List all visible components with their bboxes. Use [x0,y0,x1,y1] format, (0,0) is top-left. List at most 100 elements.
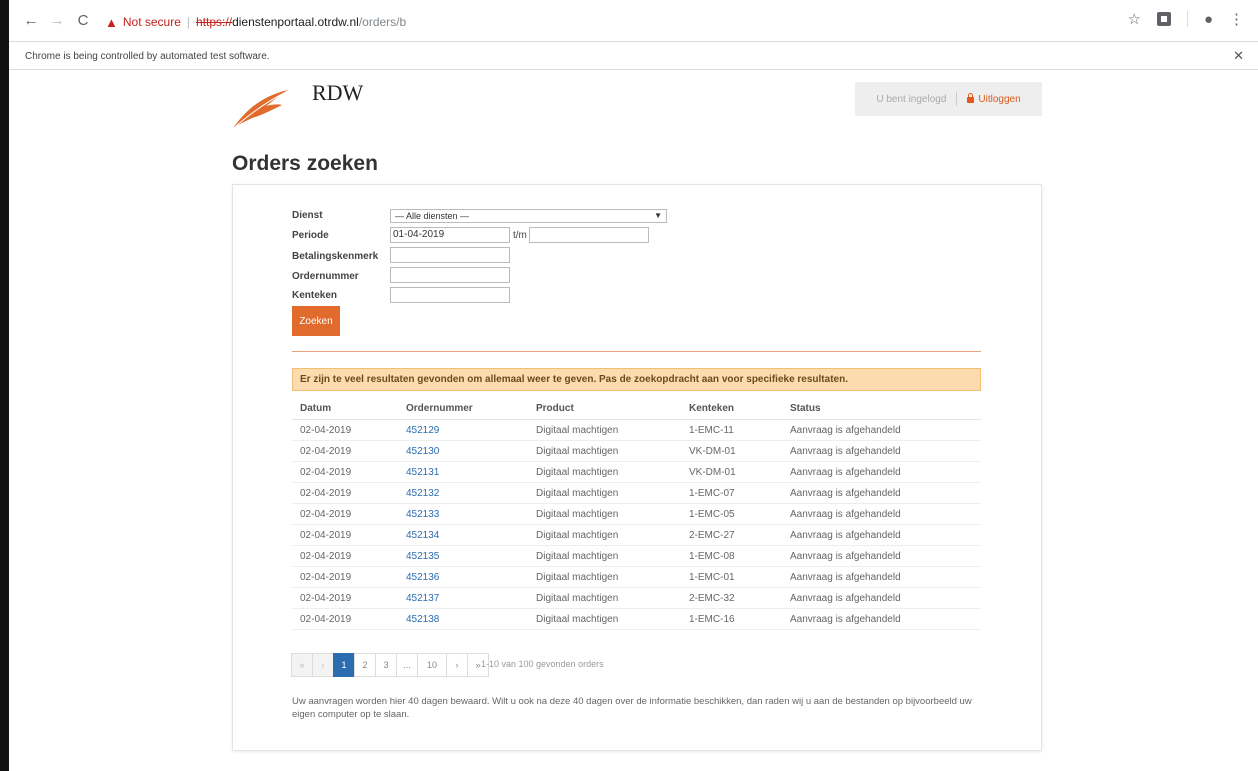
too-many-results-alert: Er zijn te veel resultaten gevonden om a… [292,368,981,391]
profile-icon[interactable]: ● [1204,11,1213,28]
logout-link[interactable]: Uitloggen [967,93,1021,105]
star-icon[interactable]: ☆ [1127,10,1140,28]
table-row: 02-04-2019 452131 Digitaal machtigen VK-… [292,462,981,483]
prev-page-button[interactable]: ‹ [312,653,334,677]
kenteken-cell: 2-EMC-32 [689,593,735,604]
logged-in-text: U bent ingelogd [876,93,947,105]
pagination-summary: 1-10 van 100 gevonden orders [481,659,604,669]
betalingskenmerk-input[interactable] [390,247,510,263]
order-number-link[interactable]: 452135 [406,551,439,562]
logout-label: Uitloggen [978,93,1021,105]
order-number-link[interactable]: 452136 [406,572,439,583]
chevron-down-icon: ▼ [654,211,662,220]
dienst-select[interactable]: — Alle diensten — ▼ [390,209,667,223]
infobar-text: Chrome is being controlled by automated … [25,50,270,62]
alert-text: Er zijn te veel resultaten gevonden om a… [300,374,848,385]
extension-icon[interactable] [1156,12,1171,26]
reload-icon[interactable]: C [73,11,93,31]
ordernummer-input[interactable] [390,267,510,283]
order-number-link[interactable]: 452130 [406,446,439,457]
table-row: 02-04-2019 452138 Digitaal machtigen 1-E… [292,609,981,630]
browser-toolbar: ← → C ▲ Not secure | https:// dienstenpo… [9,0,1258,42]
table-row: 02-04-2019 452135 Digitaal machtigen 1-E… [292,546,981,567]
status-cell: Aanvraag is afgehandeld [790,614,901,625]
kenteken-cell: VK-DM-01 [689,446,736,457]
periode-from-input[interactable]: 01-04-2019 [390,227,510,243]
status-cell: Aanvraag is afgehandeld [790,425,901,436]
datum-cell: 02-04-2019 [300,572,352,583]
close-icon[interactable]: ✕ [1233,48,1244,64]
status-cell: Aanvraag is afgehandeld [790,467,901,478]
next-page-button[interactable]: › [446,653,468,677]
toolbar-divider [1186,11,1188,27]
order-number-link[interactable]: 452131 [406,467,439,478]
status-cell: Aanvraag is afgehandeld [790,488,901,499]
datum-cell: 02-04-2019 [300,446,352,457]
page-ellipsis: ... [396,653,418,677]
lock-icon [967,93,975,103]
datum-cell: 02-04-2019 [300,614,352,625]
product-cell: Digitaal machtigen [536,572,619,583]
column-header-datum[interactable]: Datum [300,403,331,414]
column-header-status[interactable]: Status [790,403,821,414]
kenteken-cell: 1-EMC-08 [689,551,735,562]
login-separator [956,92,958,106]
kenteken-input[interactable] [390,287,510,303]
search-button[interactable]: Zoeken [292,306,340,336]
order-number-link[interactable]: 452129 [406,425,439,436]
retention-footnote: Uw aanvragen worden hier 40 dagen bewaar… [292,696,972,720]
kenteken-cell: 2-EMC-27 [689,530,735,541]
url-scheme: https:// [196,15,233,29]
product-cell: Digitaal machtigen [536,614,619,625]
kenteken-cell: 1-EMC-01 [689,572,735,583]
automation-infobar: Chrome is being controlled by automated … [9,43,1258,70]
page-button-10[interactable]: 10 [417,653,447,677]
periode-label: Periode [292,230,329,241]
order-number-link[interactable]: 452132 [406,488,439,499]
product-cell: Digitaal machtigen [536,446,619,457]
table-row: 02-04-2019 452136 Digitaal machtigen 1-E… [292,567,981,588]
page-button-2[interactable]: 2 [354,653,376,677]
datum-cell: 02-04-2019 [300,509,352,520]
periode-separator: t/m [513,230,527,241]
betalingskenmerk-label: Betalingskenmerk [292,251,379,262]
status-cell: Aanvraag is afgehandeld [790,446,901,457]
orders-search-card: Dienst — Alle diensten — ▼ Periode 01-04… [232,184,1042,751]
status-cell: Aanvraag is afgehandeld [790,509,901,520]
column-header-product[interactable]: Product [536,403,574,414]
status-cell: Aanvraag is afgehandeld [790,530,901,541]
order-number-link[interactable]: 452133 [406,509,439,520]
page-button-3[interactable]: 3 [375,653,397,677]
first-page-button[interactable]: « [291,653,313,677]
back-arrow-icon[interactable]: ← [21,11,41,31]
feather-logo-icon [234,90,288,127]
orders-table: Datum Ordernummer Product Kenteken Statu… [292,399,981,630]
datum-cell: 02-04-2019 [300,425,352,436]
datum-cell: 02-04-2019 [300,593,352,604]
kenteken-cell: 1-EMC-11 [689,425,734,436]
forward-arrow-icon[interactable]: → [47,11,67,31]
page-title: Orders zoeken [232,152,378,175]
order-number-link[interactable]: 452134 [406,530,439,541]
address-bar[interactable]: ▲ Not secure | https:// dienstenportaal.… [105,11,1105,33]
periode-to-input[interactable] [529,227,649,243]
kenteken-label: Kenteken [292,290,338,301]
product-cell: Digitaal machtigen [536,551,619,562]
kenteken-cell: VK-DM-01 [689,467,736,478]
product-cell: Digitaal machtigen [536,467,619,478]
rdw-logo[interactable]: RDW [232,80,372,130]
page-button-1[interactable]: 1 [333,653,355,677]
table-row: 02-04-2019 452133 Digitaal machtigen 1-E… [292,504,981,525]
order-number-link[interactable]: 452137 [406,593,439,604]
ordernummer-label: Ordernummer [292,271,359,282]
datum-cell: 02-04-2019 [300,467,352,478]
dienst-selected-value: — Alle diensten — [395,211,470,221]
column-header-kenteken[interactable]: Kenteken [689,403,734,414]
menu-dots-icon[interactable]: ⋮ [1229,10,1244,28]
url-host: dienstenportaal.otrdw.nl [232,15,359,29]
table-row: 02-04-2019 452130 Digitaal machtigen VK-… [292,441,981,462]
url-separator: | [186,15,191,29]
column-header-ordernummer[interactable]: Ordernummer [406,403,473,414]
order-number-link[interactable]: 452138 [406,614,439,625]
product-cell: Digitaal machtigen [536,593,619,604]
